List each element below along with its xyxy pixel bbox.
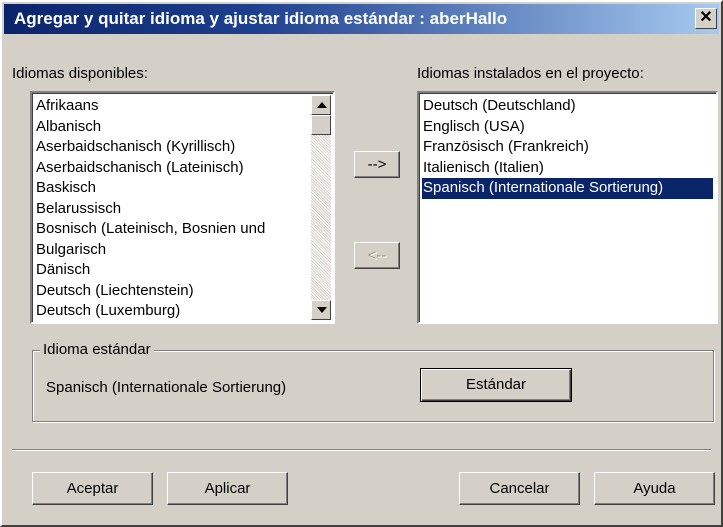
remove-language-button[interactable]: <-- [354, 242, 400, 269]
apply-button[interactable]: Aplicar [167, 472, 288, 505]
installed-languages-label: Idiomas instalados en el proyecto: [417, 65, 644, 82]
dialog-window: Agregar y quitar idioma y ajustar idioma… [0, 0, 723, 527]
title-bar[interactable]: Agregar y quitar idioma y ajustar idioma… [4, 4, 719, 34]
set-standard-button[interactable]: Estándar [420, 368, 572, 402]
list-item[interactable]: Dänisch [35, 260, 309, 281]
list-item[interactable]: Deutsch (Luxemburg) [35, 301, 309, 322]
installed-languages-items: Deutsch (Deutschland) Englisch (USA) Fra… [422, 96, 713, 199]
available-languages-list[interactable]: Afrikaans Albanisch Aserbaidschanisch (K… [30, 91, 335, 324]
scroll-down-button[interactable] [311, 300, 331, 320]
arrow-down-icon [317, 307, 327, 313]
available-languages-label: Idiomas disponibles: [12, 65, 148, 82]
add-language-button[interactable]: --> [354, 151, 400, 178]
arrow-up-icon [317, 102, 327, 108]
list-item[interactable]: Bosnisch (Lateinisch, Bosnien und [35, 219, 309, 240]
scroll-up-button[interactable] [311, 95, 331, 115]
installed-languages-list[interactable]: Deutsch (Deutschland) Englisch (USA) Fra… [417, 91, 718, 324]
available-languages-items: Afrikaans Albanisch Aserbaidschanisch (K… [35, 96, 309, 322]
list-item[interactable]: Aserbaidschanisch (Kyrillisch) [35, 137, 309, 158]
cancel-button[interactable]: Cancelar [459, 472, 580, 505]
standard-language-value: Spanisch (Internationale Sortierung) [46, 379, 287, 396]
list-item[interactable]: Albanisch [35, 117, 309, 138]
list-item-selected[interactable]: Spanisch (Internationale Sortierung) [422, 178, 713, 199]
list-item[interactable]: Englisch (USA) [422, 117, 713, 138]
list-item[interactable]: Französisch (Frankreich) [422, 137, 713, 158]
list-item[interactable]: Italienisch (Italien) [422, 158, 713, 179]
list-item[interactable]: Aserbaidschanisch (Lateinisch) [35, 158, 309, 179]
scroll-thumb[interactable] [311, 115, 331, 135]
accept-button[interactable]: Aceptar [32, 472, 153, 505]
available-list-scrollbar[interactable] [311, 95, 331, 320]
close-icon: ✕ [699, 9, 713, 26]
standard-language-group-title: Idioma estándar [40, 341, 154, 358]
help-button[interactable]: Ayuda [594, 472, 715, 505]
list-item[interactable]: Deutsch (Deutschland) [422, 96, 713, 117]
list-item[interactable]: Baskisch [35, 178, 309, 199]
list-item[interactable]: Bulgarisch [35, 240, 309, 261]
close-button[interactable]: ✕ [695, 8, 717, 29]
list-item[interactable]: Deutsch (Liechtenstein) [35, 281, 309, 302]
list-item[interactable]: Afrikaans [35, 96, 309, 117]
list-item[interactable]: Belarussisch [35, 199, 309, 220]
window-title: Agregar y quitar idioma y ajustar idioma… [14, 9, 508, 28]
footer-separator [12, 449, 711, 451]
